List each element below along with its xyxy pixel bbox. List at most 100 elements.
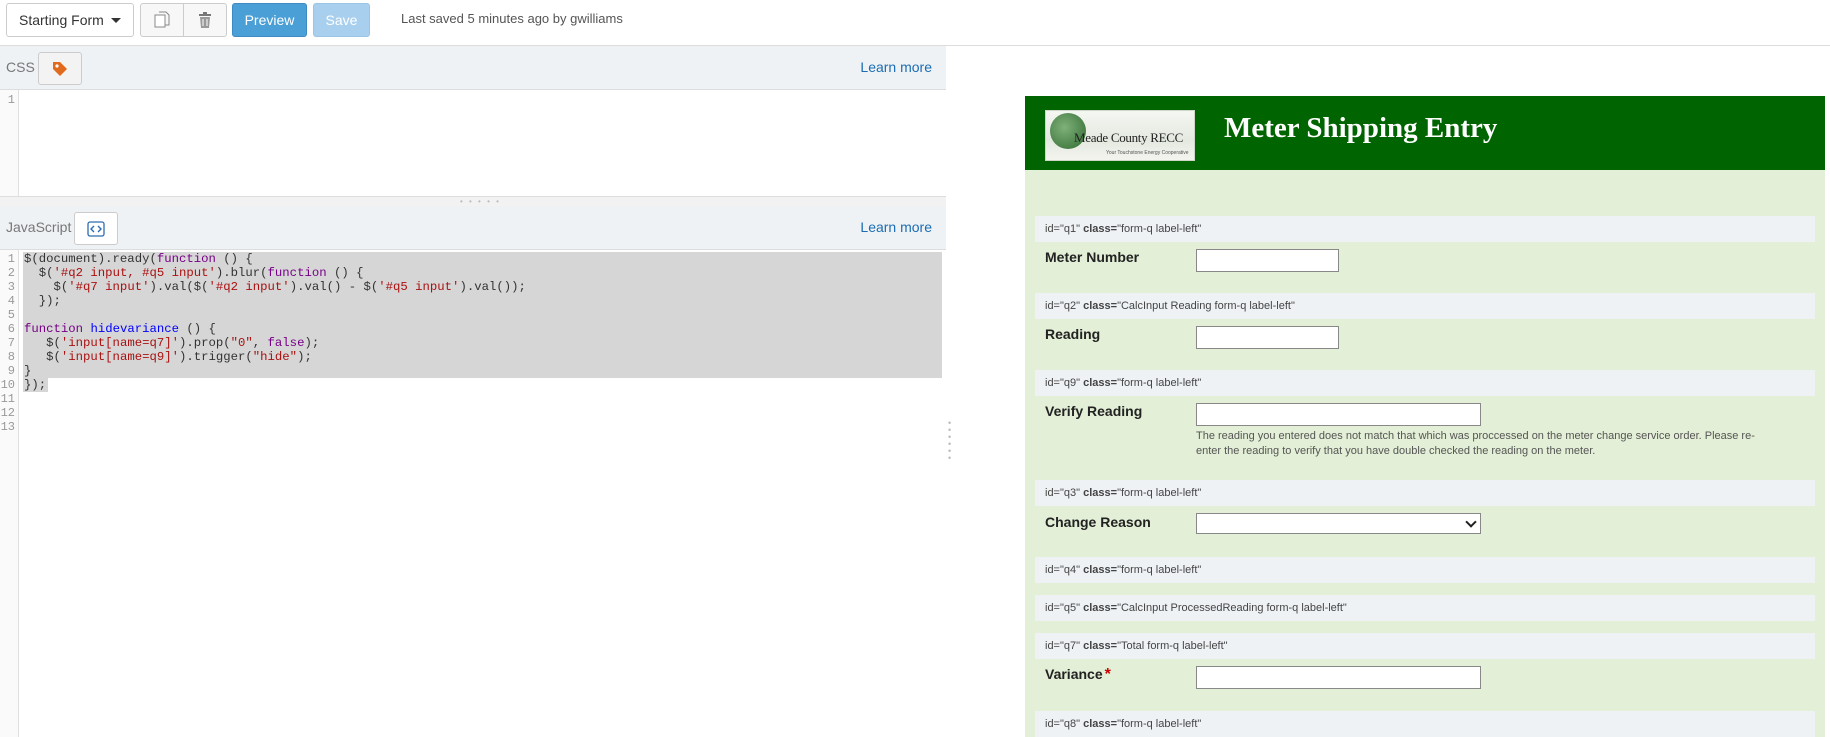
form-preview: Meade County RECC Your Touchstone Energy… bbox=[1025, 96, 1825, 737]
line-number: 2 bbox=[7, 266, 15, 280]
variance-label-text: Variance bbox=[1045, 666, 1103, 682]
class-key: class= bbox=[1083, 564, 1118, 576]
javascript-code-button[interactable] bbox=[74, 212, 118, 245]
delete-button[interactable] bbox=[183, 3, 227, 37]
id-value: "q3" bbox=[1060, 487, 1081, 499]
pane-resize-grip-icon[interactable]: • • • • • • bbox=[948, 419, 954, 480]
class-value: "form-q label-left" bbox=[1117, 564, 1202, 576]
class-value: "form-q label-left" bbox=[1117, 377, 1202, 389]
id-value: "q7" bbox=[1060, 640, 1081, 652]
question-tag-q5: id="q5" class="CalcInput ProcessedReadin… bbox=[1035, 595, 1815, 621]
meter-number-label: Meter Number bbox=[1045, 249, 1140, 265]
logo-text: Meade County RECC bbox=[1074, 130, 1184, 145]
line-number: 11 bbox=[0, 392, 15, 406]
css-label: CSS bbox=[6, 59, 35, 75]
question-tag-q1: id="q1" class="form-q label-left" bbox=[1035, 216, 1815, 242]
line-number: 12 bbox=[0, 406, 15, 420]
class-key: class= bbox=[1083, 487, 1118, 499]
reading-label: Reading bbox=[1045, 326, 1101, 342]
line-number: 4 bbox=[7, 294, 15, 308]
change-reason-select[interactable] bbox=[1196, 513, 1481, 534]
class-key: class= bbox=[1083, 718, 1118, 730]
code-line: $('#q7 input').val($('#q2 input').val() … bbox=[24, 280, 526, 294]
reading-input[interactable] bbox=[1196, 326, 1339, 349]
css-tag-button[interactable] bbox=[38, 52, 82, 85]
css-editor[interactable]: 1 bbox=[0, 90, 946, 196]
line-number: 6 bbox=[7, 322, 15, 336]
class-key: class= bbox=[1083, 223, 1118, 235]
chevron-down-icon bbox=[1465, 516, 1477, 528]
class-value: "form-q label-left" bbox=[1117, 718, 1202, 730]
line-number: 10 bbox=[0, 378, 15, 392]
chevron-down-icon bbox=[111, 18, 121, 23]
code-line: $('input[name=q9]').trigger("hide"); bbox=[24, 350, 312, 364]
line-number: 3 bbox=[7, 280, 15, 294]
question-tag-q9: id="q9" class="form-q label-left" bbox=[1035, 370, 1815, 396]
line-number: 1 bbox=[7, 252, 15, 266]
code-line: $('input[name=q7]').prop("0", false); bbox=[24, 336, 320, 350]
line-number: 13 bbox=[0, 420, 15, 434]
javascript-label: JavaScript bbox=[6, 219, 72, 235]
javascript-gutter: 1 2 3 4 5 6 7 8 9 10 11 12 13 bbox=[0, 250, 19, 737]
editor-splitter[interactable]: • • • • • bbox=[0, 196, 946, 206]
change-reason-label: Change Reason bbox=[1045, 514, 1151, 530]
id-value: "q9" bbox=[1060, 377, 1081, 389]
css-learn-more-link[interactable]: Learn more bbox=[860, 59, 932, 75]
code-line: }); bbox=[24, 378, 47, 392]
class-value: "Total form-q label-left" bbox=[1117, 640, 1228, 652]
class-key: class= bbox=[1083, 377, 1118, 389]
variance-input[interactable] bbox=[1196, 666, 1481, 689]
verify-reading-help-text: The reading you entered does not match t… bbox=[1196, 430, 1755, 457]
line-number: 7 bbox=[7, 336, 15, 350]
id-key: id= bbox=[1045, 640, 1060, 652]
code-line: } bbox=[24, 364, 32, 378]
question-tag-q2: id="q2" class="CalcInput Reading form-q … bbox=[1035, 293, 1815, 319]
toolbar: Starting Form Preview Save Last saved 5 … bbox=[0, 0, 1830, 46]
company-logo: Meade County RECC Your Touchstone Energy… bbox=[1045, 110, 1195, 161]
class-key: class= bbox=[1083, 300, 1118, 312]
variance-label: Variance * bbox=[1045, 666, 1111, 684]
code-line: }); bbox=[24, 294, 61, 308]
id-key: id= bbox=[1045, 487, 1060, 499]
id-key: id= bbox=[1045, 377, 1060, 389]
question-tag-q4: id="q4" class="form-q label-left" bbox=[1035, 557, 1815, 583]
javascript-header: JavaScript Learn more bbox=[0, 206, 946, 250]
meter-number-input[interactable] bbox=[1196, 249, 1339, 272]
tag-icon bbox=[53, 62, 67, 76]
id-key: id= bbox=[1045, 718, 1060, 730]
copy-button[interactable] bbox=[140, 3, 184, 37]
verify-reading-input[interactable] bbox=[1196, 403, 1481, 426]
form-select-dropdown[interactable]: Starting Form bbox=[6, 3, 134, 37]
line-number: 9 bbox=[7, 364, 15, 378]
trash-icon bbox=[199, 12, 211, 28]
required-marker: * bbox=[1104, 666, 1111, 683]
id-key: id= bbox=[1045, 300, 1060, 312]
form-select-value: Starting Form bbox=[19, 12, 104, 28]
id-value: "q1" bbox=[1060, 223, 1081, 235]
form-title: Meter Shipping Entry bbox=[1224, 112, 1498, 144]
class-key: class= bbox=[1083, 602, 1118, 614]
preview-button[interactable]: Preview bbox=[232, 3, 307, 37]
class-value: "CalcInput Reading form-q label-left" bbox=[1117, 300, 1295, 312]
line-number: 8 bbox=[7, 350, 15, 364]
css-gutter: 1 bbox=[0, 90, 19, 196]
javascript-learn-more-link[interactable]: Learn more bbox=[860, 219, 932, 235]
logo-tagline: Your Touchstone Energy Cooperative bbox=[1106, 150, 1189, 156]
line-number: 1 bbox=[7, 93, 15, 107]
javascript-editor[interactable]: 1 2 3 4 5 6 7 8 9 10 11 12 13 $(document).ready(func… bbox=[0, 250, 946, 737]
question-tag-q3: id="q3" class="form-q label-left" bbox=[1035, 480, 1815, 506]
question-tag-q8: id="q8" class="form-q label-left" bbox=[1035, 711, 1815, 737]
copy-icon bbox=[154, 11, 170, 28]
code-line: $('#q2 input, #q5 input').blur(function … bbox=[24, 266, 364, 280]
form-banner: Meade County RECC Your Touchstone Energy… bbox=[1025, 96, 1825, 170]
editor-pane: CSS Learn more 1 • • • • • JavaScript Le… bbox=[0, 46, 946, 737]
save-status: Last saved 5 minutes ago by gwilliams bbox=[401, 11, 623, 26]
save-button[interactable]: Save bbox=[313, 3, 370, 37]
class-value: "form-q label-left" bbox=[1117, 487, 1202, 499]
id-key: id= bbox=[1045, 564, 1060, 576]
question-tag-q7: id="q7" class="Total form-q label-left" bbox=[1035, 633, 1815, 659]
class-key: class= bbox=[1083, 640, 1118, 652]
class-value: "form-q label-left" bbox=[1117, 223, 1202, 235]
line-number: 5 bbox=[7, 308, 15, 322]
id-value: "q2" bbox=[1060, 300, 1081, 312]
